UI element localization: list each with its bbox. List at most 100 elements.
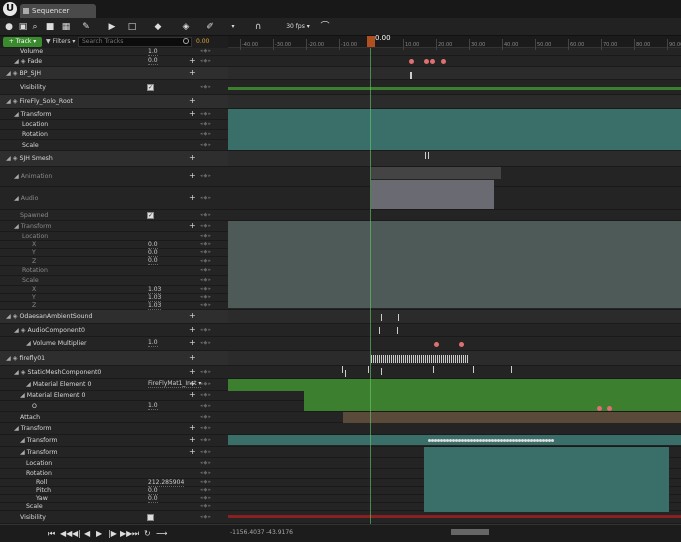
- key-nav-icons[interactable]: ◂◆▸: [200, 514, 212, 520]
- track-value-field[interactable]: 1.03: [148, 294, 162, 302]
- add-track-button[interactable]: + Track ▾: [3, 37, 42, 47]
- keyframe-dot[interactable]: [430, 59, 435, 64]
- track-lane[interactable]: [228, 56, 681, 67]
- unreal-logo-icon[interactable]: U: [3, 2, 17, 16]
- transform-section-2[interactable]: [424, 447, 669, 512]
- attach-section[interactable]: [343, 412, 681, 423]
- add-key-button[interactable]: +: [189, 311, 196, 320]
- add-key-button[interactable]: +: [189, 109, 196, 118]
- track-value-field[interactable]: 0.0: [148, 57, 158, 65]
- expand-arrow-icon[interactable]: ◢: [6, 155, 11, 162]
- key-nav-icons[interactable]: ◂◆▸: [200, 48, 212, 54]
- keyframe-marker[interactable]: [429, 355, 430, 363]
- keyframe-icon[interactable]: ◆: [152, 21, 164, 33]
- transport-step-icon[interactable]: |▶: [108, 530, 117, 538]
- keyframe-dot[interactable]: [441, 59, 446, 64]
- track-row[interactable]: Location ◂◆▸: [0, 458, 228, 469]
- keyframe-marker[interactable]: [417, 355, 418, 363]
- key-nav-icons[interactable]: ◂◆▸: [200, 487, 212, 493]
- keyframe-marker[interactable]: [345, 370, 346, 377]
- expand-arrow-icon[interactable]: ◢: [6, 70, 11, 77]
- key-nav-icons[interactable]: ◂◆▸: [200, 503, 212, 509]
- keyframe-marker[interactable]: [395, 355, 396, 363]
- keyframe-marker[interactable]: [387, 355, 388, 363]
- transport-reverse-icon[interactable]: ◀: [84, 530, 90, 538]
- material-section[interactable]: [228, 379, 681, 391]
- keyframe-dot[interactable]: [607, 406, 612, 411]
- track-value-field[interactable]: 1.0: [148, 339, 158, 347]
- wrench-icon[interactable]: ✎: [80, 21, 92, 33]
- key-nav-icons[interactable]: ◂◆▸: [200, 286, 212, 292]
- keyframe-marker[interactable]: [423, 355, 424, 363]
- track-row[interactable]: ◢ Volume Multiplier 1.0 + ◂◆▸: [0, 337, 228, 351]
- track-row[interactable]: Z 0.0 ◂◆▸: [0, 257, 228, 266]
- expand-arrow-icon[interactable]: ◢: [14, 425, 19, 432]
- expand-arrow-icon[interactable]: ◢: [14, 369, 19, 376]
- keyframe-marker[interactable]: [403, 355, 404, 363]
- keyframe-marker[interactable]: [457, 355, 458, 363]
- curve-icon[interactable]: ⌒: [318, 21, 332, 33]
- track-row[interactable]: ◢ ◈ OdaesanAmbientSound +: [0, 310, 228, 324]
- add-key-button[interactable]: +: [189, 423, 196, 432]
- keyframe-marker[interactable]: [379, 355, 380, 363]
- keyframe-marker[interactable]: [441, 355, 442, 363]
- key-nav-icons[interactable]: ◂◆▸: [200, 173, 212, 179]
- track-row[interactable]: ◢ Transform + ◂◆▸: [0, 447, 228, 458]
- expand-arrow-icon[interactable]: ◢: [6, 313, 11, 320]
- keyframe-dot[interactable]: [459, 342, 464, 347]
- keyframe-marker[interactable]: [393, 355, 394, 363]
- square-icon[interactable]: □: [126, 21, 138, 33]
- key-nav-icons[interactable]: ◂◆▸: [200, 327, 212, 333]
- key-nav-icons[interactable]: ◂◆▸: [200, 58, 212, 64]
- keyframe-marker[interactable]: [389, 355, 390, 363]
- keyframe-marker[interactable]: [451, 355, 452, 363]
- add-key-button[interactable]: +: [189, 379, 196, 388]
- track-value-field[interactable]: 0.0: [148, 487, 158, 495]
- visibility-checkbox[interactable]: [147, 513, 154, 521]
- key-nav-icons[interactable]: ◂◆▸: [200, 212, 212, 218]
- key-nav-icons[interactable]: ◂◆▸: [200, 392, 212, 398]
- keyframe-marker[interactable]: [431, 355, 432, 363]
- track-value-field[interactable]: 1.03: [148, 302, 162, 310]
- track-row[interactable]: Rotation ◂◆▸: [0, 469, 228, 479]
- track-row[interactable]: Scale ◂◆▸: [0, 276, 228, 286]
- keyframe-marker[interactable]: [463, 355, 464, 363]
- magnet-icon[interactable]: ∩: [252, 21, 264, 33]
- view-range-start[interactable]: -1156.4037: [230, 529, 265, 536]
- keyframe-marker[interactable]: [379, 327, 380, 334]
- expand-arrow-icon[interactable]: ◢: [26, 340, 31, 347]
- key-nav-icons[interactable]: ◂◆▸: [200, 267, 212, 273]
- keyframe-marker[interactable]: [397, 355, 398, 363]
- keyframe-marker[interactable]: [435, 355, 436, 363]
- key-nav-icons[interactable]: ◂◆▸: [200, 121, 212, 127]
- key-nav-icons[interactable]: ◂◆▸: [200, 449, 212, 455]
- transport-loop-icon[interactable]: ↻: [144, 530, 151, 538]
- key-nav-icons[interactable]: ◂◆▸: [200, 425, 212, 431]
- add-key-button[interactable]: +: [189, 325, 196, 334]
- add-key-button[interactable]: +: [189, 338, 196, 347]
- keyframe-marker[interactable]: [373, 355, 374, 363]
- key-nav-icons[interactable]: ◂◆▸: [200, 479, 212, 485]
- keyframe-marker[interactable]: [375, 355, 376, 363]
- add-key-button[interactable]: +: [189, 435, 196, 444]
- keyframe-marker[interactable]: [467, 355, 468, 363]
- key-nav-icons[interactable]: ◂◆▸: [200, 340, 212, 346]
- keyframe-marker[interactable]: [443, 355, 444, 363]
- material-curve-section[interactable]: [304, 391, 681, 411]
- key-nav-icons[interactable]: ◂◆▸: [200, 111, 212, 117]
- expand-arrow-icon[interactable]: ◢: [20, 437, 25, 444]
- expand-arrow-icon[interactable]: ◢: [26, 381, 31, 388]
- track-row[interactable]: ◢ Animation + ◂◆▸: [0, 167, 228, 187]
- visibility-checkbox[interactable]: ✓: [147, 211, 154, 219]
- track-row[interactable]: O 1.0 ◂◆▸: [0, 401, 228, 412]
- keyframe-dot[interactable]: [551, 439, 554, 442]
- track-row[interactable]: Y 0.0 ◂◆▸: [0, 249, 228, 257]
- key-nav-icons[interactable]: ◂◆▸: [200, 131, 212, 137]
- key-nav-icons[interactable]: ◂◆▸: [200, 233, 212, 239]
- horizontal-scrollbar[interactable]: [451, 529, 489, 535]
- keyframe-marker[interactable]: [445, 355, 446, 363]
- transform-section-dim[interactable]: [228, 221, 681, 308]
- transport-back-step-icon[interactable]: ◀|: [72, 530, 81, 538]
- keyframe-marker[interactable]: [447, 355, 448, 363]
- view-range-end[interactable]: -43.9176: [266, 529, 293, 536]
